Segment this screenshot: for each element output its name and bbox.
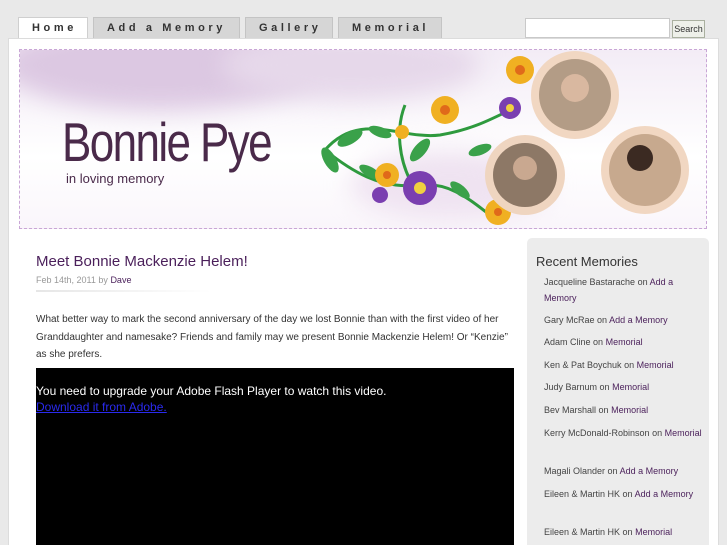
memory-link[interactable]: Memorial [665, 428, 702, 438]
list-item: Eileen & Martin HK on Add a Memory [544, 486, 704, 502]
tab-memorial[interactable]: Memorial [338, 17, 442, 39]
sidebar-title: Recent Memories [536, 254, 638, 269]
post-author-link[interactable]: Dave [110, 275, 131, 285]
post-body: What better way to mark the second anniv… [36, 314, 508, 360]
memory-author: Adam Cline [544, 337, 591, 347]
memory-link[interactable]: Memorial [611, 405, 648, 415]
main-nav: Home Add a Memory Gallery Memorial [18, 17, 442, 39]
sidebar: Recent Memories Jacqueline Bastarache on… [527, 238, 709, 545]
on-text: on [598, 405, 609, 415]
post-date: Feb 14th, 2011 [36, 275, 96, 285]
list-item: Kerry McDonald-Robinson on Memorial [544, 425, 704, 441]
on-text: on [652, 428, 663, 438]
list-item: Ken & Pat Boychuk on Memorial [544, 357, 704, 373]
post-title[interactable]: Meet Bonnie Mackenzie Helem! [36, 253, 248, 270]
memory-author: Kerry McDonald-Robinson [544, 428, 650, 438]
list-item: Eileen & Martin HK on Memorial [544, 524, 704, 540]
memory-author: Bev Marshall [544, 405, 597, 415]
on-text: on [622, 489, 633, 499]
memory-author: Eileen & Martin HK [544, 527, 621, 537]
header-banner: Bonnie Pye in loving memory [19, 49, 707, 229]
memory-author: Gary McRae [544, 315, 595, 325]
floral-decoration [321, 51, 689, 225]
memory-link[interactable]: Memorial [637, 360, 674, 370]
memory-author: Ken & Pat Boychuk [544, 360, 622, 370]
on-text: on [637, 277, 648, 287]
tab-gallery[interactable]: Gallery [245, 17, 333, 39]
on-text: on [597, 315, 608, 325]
on-text: on [593, 337, 604, 347]
list-item: Judy Barnum on Memorial [544, 379, 704, 395]
meta-divider [36, 290, 211, 292]
download-flash-link[interactable]: Download it from Adobe. [36, 400, 167, 414]
on-text: on [624, 360, 635, 370]
post-meta: Feb 14th, 2011 by Dave [36, 275, 131, 285]
memory-link[interactable]: Memorial [635, 527, 672, 537]
on-text: on [599, 382, 610, 392]
memory-link[interactable]: Memorial [612, 382, 649, 392]
memory-link[interactable]: Add a Memory [620, 466, 679, 476]
list-item: Magali Olander on Add a Memory [544, 463, 704, 479]
post-by: by [98, 275, 108, 285]
on-text: on [607, 466, 618, 476]
memory-author: Judy Barnum [544, 382, 598, 392]
on-text: on [622, 527, 633, 537]
list-item: Adam Cline on Memorial [544, 334, 704, 350]
search-button[interactable]: Search [672, 20, 705, 38]
memory-author: Jacqueline Bastarache [544, 277, 636, 287]
tab-add-a-memory[interactable]: Add a Memory [93, 17, 240, 39]
memory-link[interactable]: Add a Memory [609, 315, 668, 325]
memory-link[interactable]: Add a Memory [635, 489, 694, 499]
search-input[interactable] [525, 18, 670, 38]
tab-home[interactable]: Home [18, 17, 88, 39]
list-item: Bev Marshall on Memorial [544, 402, 704, 418]
list-item: Gary McRae on Add a Memory [544, 312, 704, 328]
flash-upgrade-message: You need to upgrade your Adobe Flash Pla… [36, 384, 387, 398]
memory-link[interactable]: Memorial [606, 337, 643, 347]
memory-author: Eileen & Martin HK [544, 489, 621, 499]
memory-author: Magali Olander [544, 466, 606, 476]
video-player[interactable]: You need to upgrade your Adobe Flash Pla… [36, 368, 514, 545]
list-item: Jacqueline Bastarache on Add a Memory [544, 274, 704, 306]
